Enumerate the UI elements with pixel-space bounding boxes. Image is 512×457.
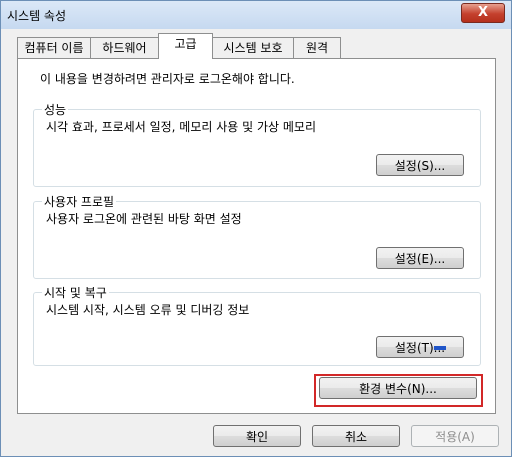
user-profiles-settings-button[interactable]: 설정(E)... [376,247,464,269]
title-bar[interactable]: 시스템 속성 X [1,1,511,29]
performance-title: 성능 [42,101,69,118]
close-icon: X [477,5,489,20]
cancel-button[interactable]: 취소 [312,425,400,447]
system-properties-window: 시스템 속성 X 컴퓨터 이름 하드웨어 고급 시스템 보호 원격 이 내용을 … [0,0,512,457]
performance-description: 시각 효과, 프로세서 일정, 메모리 사용 및 가상 메모리 [46,120,316,134]
user-profiles-description: 사용자 로그온에 관련된 바탕 화면 설정 [46,212,242,226]
startup-recovery-settings-button[interactable]: 설정(T)... [376,336,464,358]
ok-button[interactable]: 확인 [213,425,301,447]
startup-recovery-group: 시작 및 복구 시스템 시작, 시스템 오류 및 디버깅 정보 설정(T)... [33,284,481,366]
tab-advanced[interactable]: 고급 [158,33,213,59]
highlight-box [314,374,483,407]
user-profiles-title: 사용자 프로필 [42,193,117,210]
close-button[interactable]: X [461,3,505,23]
admin-notice: 이 내용을 변경하려면 관리자로 로그온해야 합니다. [40,72,295,86]
window-title: 시스템 속성 [7,9,67,23]
tab-hardware[interactable]: 하드웨어 [90,37,159,58]
tab-computer-name[interactable]: 컴퓨터 이름 [17,37,91,58]
advanced-panel: 이 내용을 변경하려면 관리자로 로그온해야 합니다. 성능 시각 효과, 프로… [17,58,496,414]
tab-system-protection[interactable]: 시스템 보호 [212,37,294,58]
apply-button[interactable]: 적용(A) [411,425,499,447]
performance-settings-button[interactable]: 설정(S)... [376,154,464,176]
startup-recovery-description: 시스템 시작, 시스템 오류 및 디버깅 정보 [46,303,250,317]
tab-remote[interactable]: 원격 [293,37,341,58]
user-profiles-group: 사용자 프로필 사용자 로그온에 관련된 바탕 화면 설정 설정(E)... [33,193,481,279]
performance-group: 성능 시각 효과, 프로세서 일정, 메모리 사용 및 가상 메모리 설정(S)… [33,101,481,187]
startup-recovery-title: 시작 및 복구 [42,284,109,301]
text-cursor-icon [434,346,446,350]
